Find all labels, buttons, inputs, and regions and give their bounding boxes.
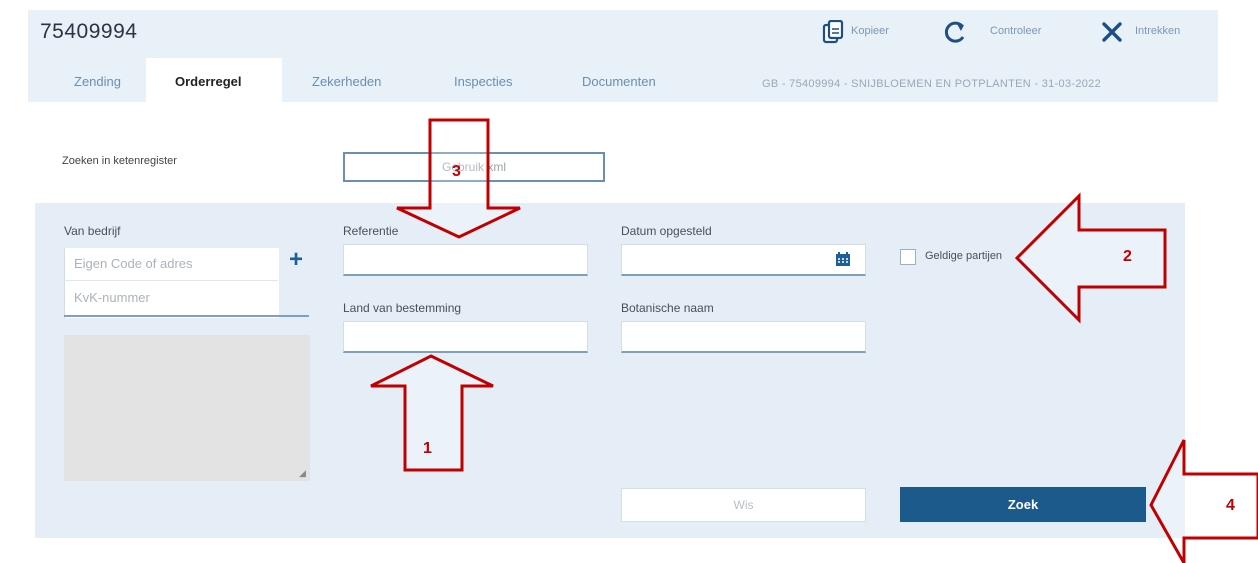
annotation-arrow-2: [1014, 192, 1167, 324]
annotation-number-2: 2: [1123, 248, 1132, 265]
annotation-arrow-1: [370, 354, 494, 472]
annotation-number-1: 1: [423, 440, 432, 457]
annotation-overlay: [370, 118, 1258, 563]
annotation-number-3: 3: [452, 163, 461, 180]
annotation-arrow-4: [1149, 439, 1258, 563]
annotation-number-4: 4: [1226, 497, 1235, 514]
